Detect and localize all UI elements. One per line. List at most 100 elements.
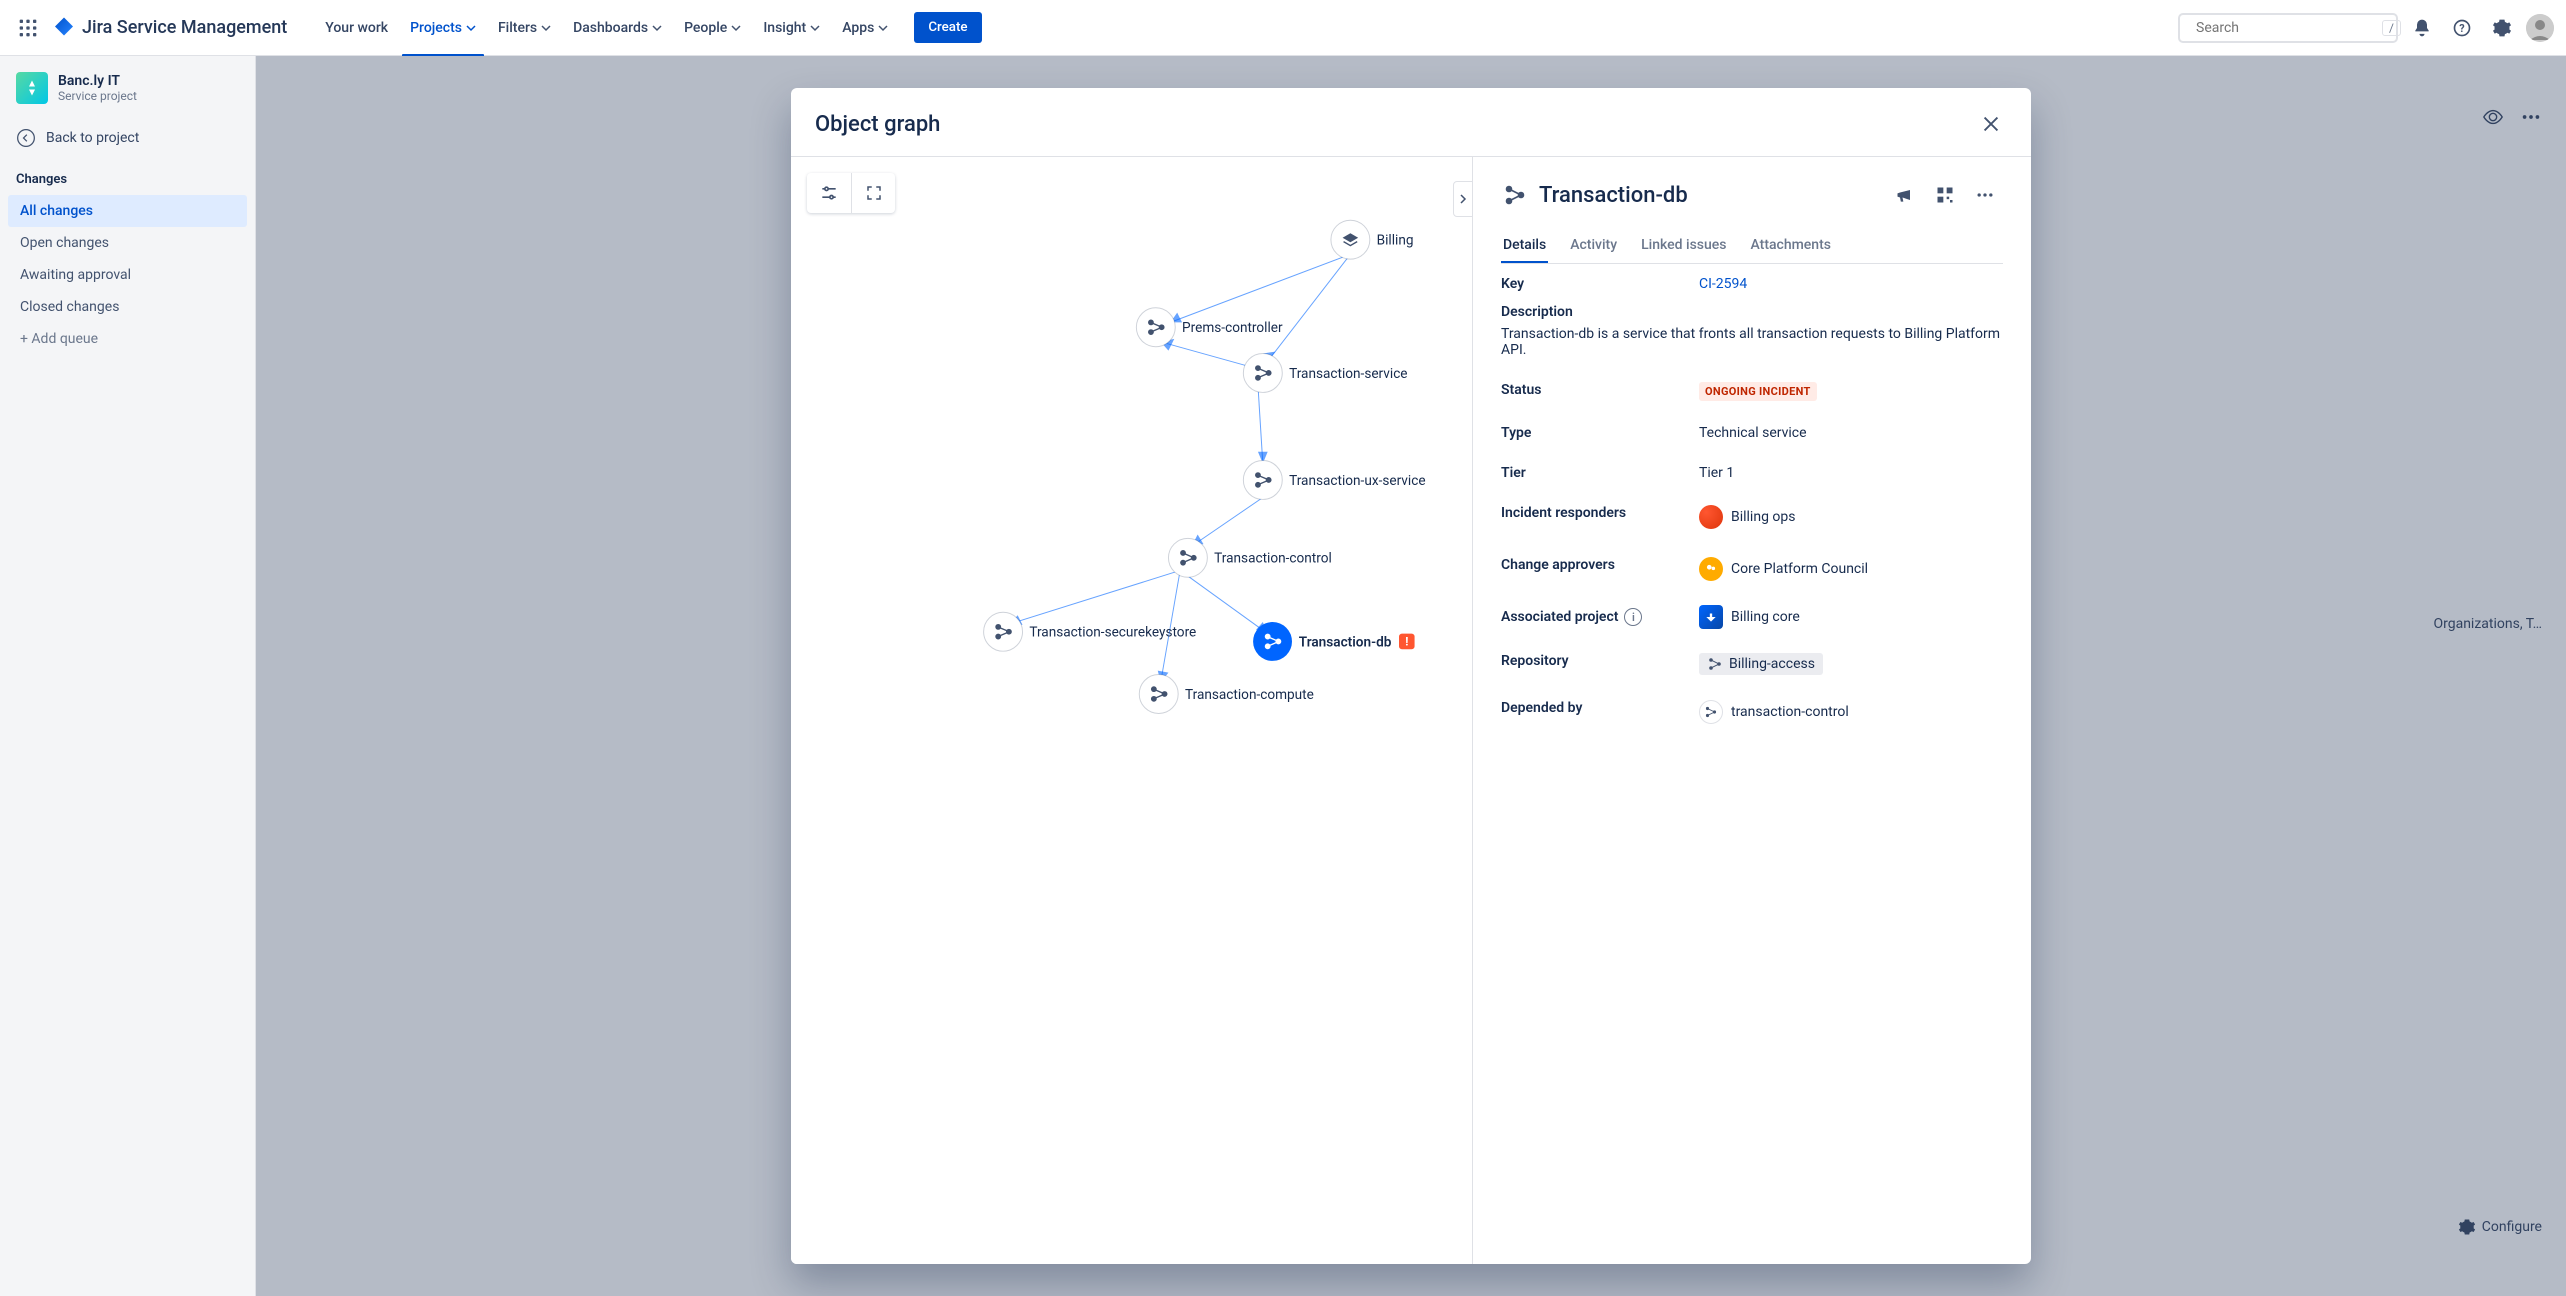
top-navigation: Jira Service Management Your work Projec… — [0, 0, 2566, 56]
svg-text:Billing: Billing — [1377, 233, 1414, 249]
field-description-value: Transaction-db is a service that fronts … — [1501, 326, 2003, 370]
qr-icon — [1935, 185, 1955, 205]
tab-details[interactable]: Details — [1501, 229, 1548, 263]
field-approvers-label: Change approvers — [1501, 557, 1691, 581]
add-queue-button[interactable]: + Add queue — [8, 323, 247, 355]
nav-your-work[interactable]: Your work — [315, 14, 398, 42]
graph-node-prems-controller[interactable]: Prems-controller — [1136, 308, 1283, 347]
graph-node-transaction-control[interactable]: Transaction-control — [1168, 538, 1331, 577]
graph-node-transaction-service[interactable]: Transaction-service — [1243, 354, 1407, 393]
close-button[interactable] — [1975, 108, 2007, 140]
project-avatar-icon — [1699, 605, 1723, 629]
feedback-button[interactable] — [1887, 177, 1923, 213]
sidebar-item-open-changes[interactable]: Open changes — [8, 227, 247, 259]
graph-node-transaction-ux-service[interactable]: Transaction-ux-service — [1243, 461, 1425, 500]
nav-dashboards[interactable]: Dashboards — [563, 14, 672, 42]
search-shortcut: / — [2382, 20, 2401, 36]
graph-node-billing[interactable]: Billing — [1331, 220, 1414, 259]
chevron-down-icon — [466, 23, 476, 33]
graph-node-transaction-db[interactable]: Transaction-db ! — [1253, 622, 1414, 661]
nav-apps[interactable]: Apps — [832, 14, 898, 42]
graph-node-transaction-compute[interactable]: Transaction-compute — [1139, 675, 1314, 714]
responders-chip[interactable]: Billing ops — [1699, 505, 1795, 529]
tab-activity[interactable]: Activity — [1568, 229, 1619, 263]
arrow-left-icon — [16, 128, 36, 148]
search-input[interactable]: / — [2178, 13, 2398, 43]
field-key-value[interactable]: CI-2594 — [1699, 276, 1747, 292]
tab-linked-issues[interactable]: Linked issues — [1639, 229, 1728, 263]
qr-button[interactable] — [1927, 177, 1963, 213]
svg-text:Transaction-control: Transaction-control — [1214, 551, 1332, 567]
field-status-label: Status — [1501, 382, 1691, 401]
team-avatar-icon — [1699, 505, 1723, 529]
svg-text:Transaction-securekeystore: Transaction-securekeystore — [1029, 625, 1196, 641]
megaphone-icon — [1895, 185, 1915, 205]
sidebar-item-awaiting-approval[interactable]: Awaiting approval — [8, 259, 247, 291]
chevron-down-icon — [652, 23, 662, 33]
settings-button[interactable] — [2486, 12, 2518, 44]
search-input-field[interactable] — [2194, 19, 2376, 37]
nav-projects[interactable]: Projects — [400, 14, 486, 42]
object-icon — [1501, 181, 1529, 209]
sidebar-item-closed-changes[interactable]: Closed changes — [8, 291, 247, 323]
detail-tabs: Details Activity Linked issues Attachmen… — [1501, 229, 2003, 264]
link-icon — [1699, 700, 1723, 724]
approvers-chip[interactable]: Core Platform Council — [1699, 557, 1868, 581]
group-avatar-icon — [1699, 557, 1723, 581]
field-depended-label: Depended by — [1501, 700, 1691, 724]
sidebar: Banc.ly IT Service project Back to proje… — [0, 56, 256, 1296]
svg-text:Transaction-compute: Transaction-compute — [1185, 687, 1314, 703]
notifications-button[interactable] — [2406, 12, 2438, 44]
sidebar-item-all-changes[interactable]: All changes — [8, 195, 247, 227]
svg-text:Prems-controller: Prems-controller — [1182, 320, 1283, 336]
project-header[interactable]: Banc.ly IT Service project — [8, 72, 247, 120]
associated-project-chip[interactable]: Billing core — [1699, 605, 1800, 629]
field-responders-label: Incident responders — [1501, 505, 1691, 533]
object-graph-canvas[interactable]: Billing Prems-controller Transaction-ser… — [791, 157, 1472, 760]
product-name: Jira Service Management — [82, 17, 287, 38]
back-to-project[interactable]: Back to project — [8, 120, 247, 156]
field-repository-label: Repository — [1501, 653, 1691, 676]
product-logo[interactable]: Jira Service Management — [52, 16, 287, 40]
tab-attachments[interactable]: Attachments — [1748, 229, 1832, 263]
svg-text:!: ! — [1405, 634, 1408, 648]
svg-text:Transaction-db: Transaction-db — [1299, 634, 1392, 650]
detail-pane: Transaction-db Details Activity Linked i… — [1473, 157, 2031, 1264]
nav-filters[interactable]: Filters — [488, 14, 561, 42]
nav-insight[interactable]: Insight — [753, 14, 830, 42]
graph-node-transaction-securekeystore[interactable]: Transaction-securekeystore — [984, 612, 1197, 651]
main-content: Organizations, T… Configure Object graph — [256, 56, 2566, 1296]
link-icon — [1707, 656, 1723, 672]
chevron-down-icon — [810, 23, 820, 33]
graph-pane[interactable]: Billing Prems-controller Transaction-ser… — [791, 157, 1473, 1264]
app-switcher-button[interactable] — [12, 12, 44, 44]
repository-chip[interactable]: Billing-access — [1699, 653, 1823, 675]
close-icon — [1980, 113, 2002, 135]
field-associated-label: Associated project i — [1501, 605, 1691, 629]
project-name: Banc.ly IT — [58, 73, 137, 89]
project-icon — [16, 72, 48, 104]
field-type-label: Type — [1501, 425, 1691, 441]
svg-text:Transaction-ux-service: Transaction-ux-service — [1289, 473, 1425, 489]
sidebar-section-changes: Changes — [8, 156, 247, 195]
chevron-down-icon — [541, 23, 551, 33]
field-tier-label: Tier — [1501, 465, 1691, 481]
profile-avatar[interactable] — [2526, 14, 2554, 42]
field-key-label: Key — [1501, 276, 1691, 292]
create-button[interactable]: Create — [914, 12, 981, 43]
info-icon[interactable]: i — [1624, 608, 1642, 626]
svg-text:Transaction-service: Transaction-service — [1289, 366, 1407, 382]
field-tier-value: Tier 1 — [1699, 465, 2003, 481]
more-button[interactable] — [1967, 177, 2003, 213]
nav-items: Your work Projects Filters Dashboards Pe… — [315, 14, 898, 42]
depended-by-chip[interactable]: transaction-control — [1699, 700, 1849, 724]
more-icon — [1975, 185, 1995, 205]
chevron-down-icon — [731, 23, 741, 33]
object-graph-modal: Object graph — [791, 88, 2031, 1264]
svg-text:?: ? — [2459, 22, 2464, 35]
nav-people[interactable]: People — [674, 14, 751, 42]
field-type-value: Technical service — [1699, 425, 2003, 441]
chevron-down-icon — [878, 23, 888, 33]
help-button[interactable]: ? — [2446, 12, 2478, 44]
status-badge: ONGOING INCIDENT — [1699, 382, 1817, 401]
